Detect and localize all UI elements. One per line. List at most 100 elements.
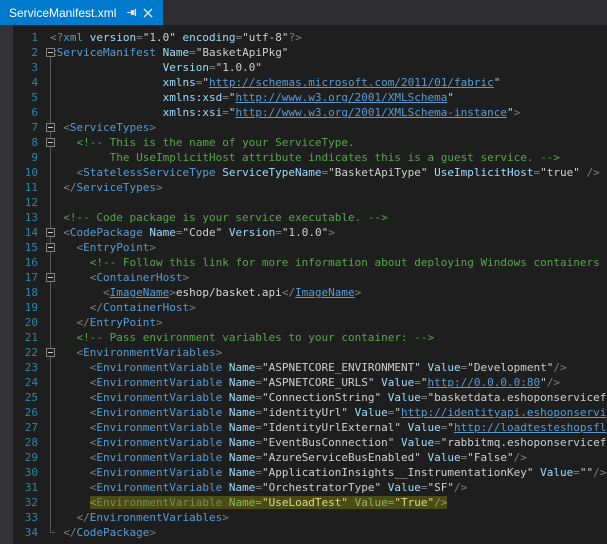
fold-collapse-icon[interactable] (46, 273, 55, 282)
code-line[interactable]: 34 </CodePackage> (0, 525, 607, 540)
code-line[interactable]: 17 <ContainerHost> (0, 270, 607, 285)
line-number[interactable]: 18 (0, 285, 38, 300)
line-number[interactable]: 9 (0, 150, 38, 165)
code-text[interactable]: <ServiceTypes> (50, 120, 156, 135)
code-text[interactable]: <?xml version="1.0" encoding="utf-8"?> (50, 30, 302, 45)
code-line[interactable]: 16 <!-- Follow this link for more inform… (0, 255, 607, 270)
code-line[interactable]: 23 <EnvironmentVariable Name="ASPNETCORE… (0, 360, 607, 375)
line-number[interactable]: 34 (0, 525, 38, 540)
code-text[interactable]: <ImageName>eshop/basket.api</ImageName> (50, 285, 361, 300)
code-text[interactable]: <CodePackage Name="Code" Version="1.0.0"… (50, 225, 335, 240)
line-number[interactable]: 28 (0, 435, 38, 450)
code-text[interactable]: The UseImplicitHost attribute indicates … (50, 150, 560, 165)
code-text[interactable]: <EnvironmentVariable Name="EventBusConne… (50, 435, 606, 450)
code-line[interactable]: 32 <EnvironmentVariable Name="UseLoadTes… (0, 495, 607, 510)
code-text[interactable]: xmlns:xsd="http://www.w3.org/2001/XMLSch… (50, 90, 454, 105)
line-number[interactable]: 22 (0, 345, 38, 360)
line-number[interactable]: 17 (0, 270, 38, 285)
code-text[interactable]: <!-- This is the name of your ServiceTyp… (50, 135, 355, 150)
code-line[interactable]: 31 <EnvironmentVariable Name="Orchestrat… (0, 480, 607, 495)
fold-collapse-icon[interactable] (46, 348, 55, 357)
code-line[interactable]: 7 <ServiceTypes> (0, 120, 607, 135)
code-text[interactable]: <EnvironmentVariable Name="ConnectionStr… (50, 390, 606, 405)
line-number[interactable]: 21 (0, 330, 38, 345)
line-number[interactable]: 5 (0, 90, 38, 105)
code-line[interactable]: 26 <EnvironmentVariable Name="identityUr… (0, 405, 607, 420)
line-number[interactable]: 6 (0, 105, 38, 120)
code-text[interactable]: </EntryPoint> (50, 315, 163, 330)
fold-collapse-icon[interactable] (46, 123, 55, 132)
code-text[interactable]: <!-- Code package is your service execut… (50, 210, 388, 225)
code-line[interactable]: 27 <EnvironmentVariable Name="IdentityUr… (0, 420, 607, 435)
code-text[interactable]: </EnvironmentVariables> (50, 510, 229, 525)
line-number[interactable]: 11 (0, 180, 38, 195)
line-number[interactable]: 24 (0, 375, 38, 390)
code-line[interactable]: 29 <EnvironmentVariable Name="AzureServi… (0, 450, 607, 465)
line-number[interactable]: 23 (0, 360, 38, 375)
code-text[interactable]: <EnvironmentVariable Name="IdentityUrlEx… (50, 420, 606, 435)
code-line[interactable]: 3 Version="1.0.0" (0, 60, 607, 75)
code-line[interactable]: 1 <?xml version="1.0" encoding="utf-8"?> (0, 30, 607, 45)
code-line[interactable]: 10 <StatelessServiceType ServiceTypeName… (0, 165, 607, 180)
code-text[interactable]: <ServiceManifest Name="BasketApiPkg" (50, 45, 288, 60)
code-line[interactable]: 28 <EnvironmentVariable Name="EventBusCo… (0, 435, 607, 450)
code-line[interactable]: 4 xmlns="http://schemas.microsoft.com/20… (0, 75, 607, 90)
code-line[interactable]: 30 <EnvironmentVariable Name="Applicatio… (0, 465, 607, 480)
line-number[interactable]: 4 (0, 75, 38, 90)
code-line[interactable]: 21 <!-- Pass environment variables to yo… (0, 330, 607, 345)
code-line[interactable]: 9 The UseImplicitHost attribute indicate… (0, 150, 607, 165)
tab-servicemanifest[interactable]: ServiceManifest.xml (0, 0, 163, 25)
code-text[interactable]: <EnvironmentVariable Name="UseLoadTest" … (50, 495, 447, 510)
line-number[interactable]: 1 (0, 30, 38, 45)
code-line[interactable]: 33 </EnvironmentVariables> (0, 510, 607, 525)
line-number[interactable]: 32 (0, 495, 38, 510)
code-text[interactable]: <EnvironmentVariable Name="AzureServiceB… (50, 450, 527, 465)
code-line[interactable]: 15 <EntryPoint> (0, 240, 607, 255)
code-line[interactable]: 6 xmlns:xsi="http://www.w3.org/2001/XMLS… (0, 105, 607, 120)
line-number[interactable]: 27 (0, 420, 38, 435)
close-icon[interactable] (140, 5, 156, 21)
line-number[interactable]: 12 (0, 195, 38, 210)
line-number[interactable]: 30 (0, 465, 38, 480)
line-number[interactable]: 8 (0, 135, 38, 150)
code-text[interactable]: </ServiceTypes> (50, 180, 163, 195)
code-text[interactable]: <ContainerHost> (50, 270, 189, 285)
code-text[interactable]: <EnvironmentVariable Name="identityUrl" … (50, 405, 606, 420)
code-text[interactable]: <EnvironmentVariable Name="ApplicationIn… (50, 465, 606, 480)
code-line[interactable]: 18 <ImageName>eshop/basket.api</ImageNam… (0, 285, 607, 300)
line-number[interactable]: 19 (0, 300, 38, 315)
code-text[interactable]: </ContainerHost> (50, 300, 196, 315)
fold-collapse-icon[interactable] (46, 243, 55, 252)
code-line[interactable]: 20 </EntryPoint> (0, 315, 607, 330)
code-line[interactable]: 2 <ServiceManifest Name="BasketApiPkg" (0, 45, 607, 60)
line-number[interactable]: 13 (0, 210, 38, 225)
line-number[interactable]: 3 (0, 60, 38, 75)
code-text[interactable]: xmlns="http://schemas.microsoft.com/2011… (50, 75, 500, 90)
line-number[interactable]: 25 (0, 390, 38, 405)
code-line[interactable]: 24 <EnvironmentVariable Name="ASPNETCORE… (0, 375, 607, 390)
line-number[interactable]: 10 (0, 165, 38, 180)
line-number[interactable]: 16 (0, 255, 38, 270)
code-text[interactable]: xmlns:xsi="http://www.w3.org/2001/XMLSch… (50, 105, 520, 120)
code-line[interactable]: 12 (0, 195, 607, 210)
code-line[interactable]: 22 <EnvironmentVariables> (0, 345, 607, 360)
line-number[interactable]: 7 (0, 120, 38, 135)
code-text[interactable]: <EnvironmentVariables> (50, 345, 222, 360)
code-text[interactable]: </CodePackage> (50, 525, 156, 540)
fold-collapse-icon[interactable] (46, 48, 55, 57)
code-text[interactable]: <EnvironmentVariable Name="OrchestratorT… (50, 480, 467, 495)
line-number[interactable]: 26 (0, 405, 38, 420)
code-line[interactable]: 13 <!-- Code package is your service exe… (0, 210, 607, 225)
code-text[interactable]: <EntryPoint> (50, 240, 156, 255)
fold-collapse-icon[interactable] (46, 138, 55, 147)
pin-icon[interactable] (124, 5, 140, 21)
line-number[interactable]: 29 (0, 450, 38, 465)
code-text[interactable]: <EnvironmentVariable Name="ASPNETCORE_UR… (50, 375, 560, 390)
line-number[interactable]: 2 (0, 45, 38, 60)
code-line[interactable]: 25 <EnvironmentVariable Name="Connection… (0, 390, 607, 405)
code-line[interactable]: 5 xmlns:xsd="http://www.w3.org/2001/XMLS… (0, 90, 607, 105)
line-number[interactable]: 15 (0, 240, 38, 255)
code-line[interactable]: 11 </ServiceTypes> (0, 180, 607, 195)
line-number[interactable]: 33 (0, 510, 38, 525)
code-text[interactable]: Version="1.0.0" (50, 60, 262, 75)
